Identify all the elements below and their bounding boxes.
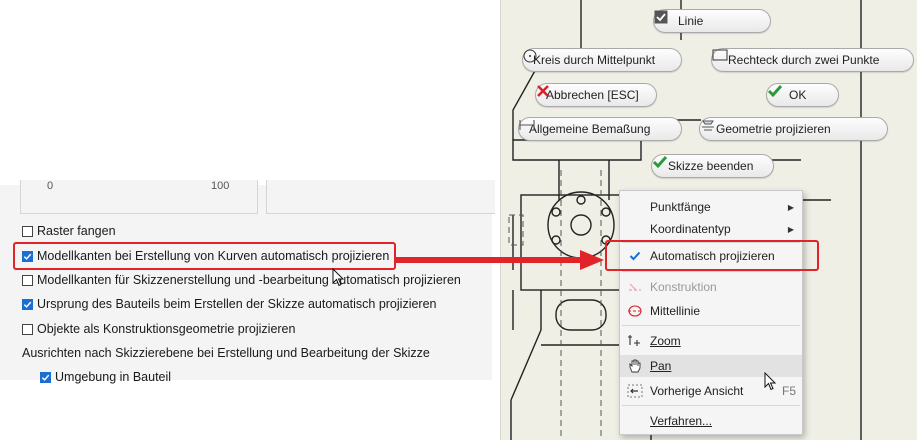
red-arrow-overlay [396,250,604,270]
mouse-cursor-icon [332,268,345,287]
mouse-cursor-icon [764,372,777,391]
